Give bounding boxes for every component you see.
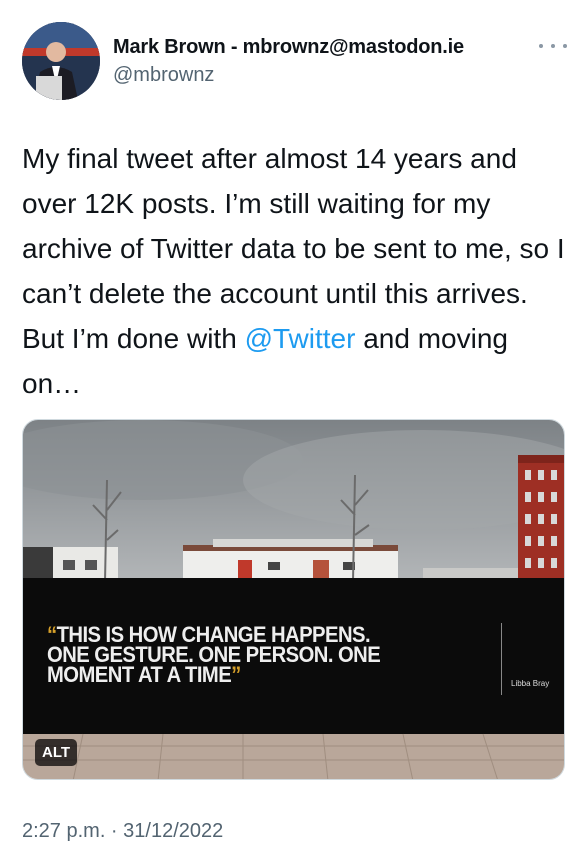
quote-line-3: MOMENT AT A TIME”: [47, 662, 380, 687]
photo-scene: [23, 420, 564, 779]
hoarding-quote: “THIS IS HOW CHANGE HAPPENS. ONE GESTURE…: [47, 624, 381, 687]
close-quote-mark: ”: [231, 662, 241, 687]
dot: [539, 44, 543, 48]
avatar-photo-icon: [22, 22, 100, 100]
alt-text-button[interactable]: ALT: [35, 739, 78, 766]
quote-attribution: Libba Bray: [511, 679, 550, 688]
avatar[interactable]: [22, 22, 100, 100]
tweet-image[interactable]: “THIS IS HOW CHANGE HAPPENS. ONE GESTURE…: [22, 419, 565, 780]
author-handle[interactable]: @mbrownz: [113, 64, 214, 87]
tweet-text: My final tweet after almost 14 years and…: [22, 136, 567, 406]
dot: [551, 44, 555, 48]
author-display-name[interactable]: Mark Brown - mbrownz@mastodon.ie: [113, 36, 464, 59]
more-options-icon[interactable]: [539, 36, 567, 56]
mention-link[interactable]: @Twitter: [245, 323, 356, 354]
quote-text-3: MOMENT AT A TIME: [47, 662, 232, 687]
dot: [563, 44, 567, 48]
tweet-timestamp[interactable]: 2:27 p.m. · 31/12/2022: [22, 820, 223, 843]
quote-divider: [501, 623, 502, 695]
tweet-header: Mark Brown - mbrownz@mastodon.ie @mbrown…: [22, 22, 567, 102]
